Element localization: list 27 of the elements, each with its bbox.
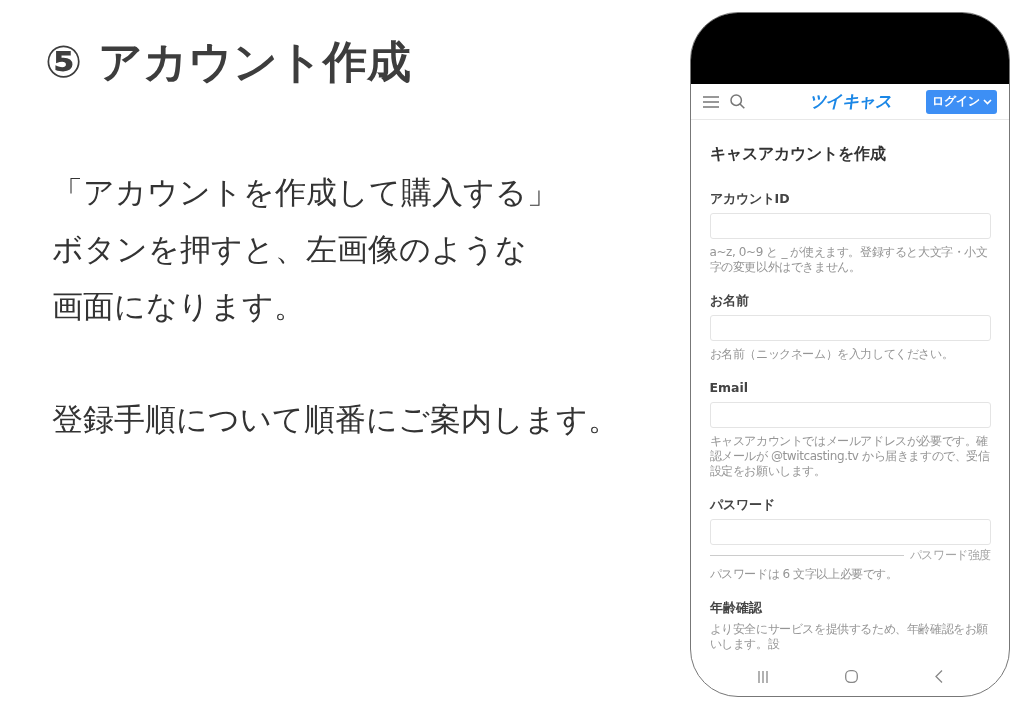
input-field[interactable]	[709, 402, 991, 428]
help-text: キャスアカウントではメールアドレスが必要です。確認メールが @twitcasting.tv から届きますので、受信設定をお願いします。	[709, 434, 991, 479]
notice-text: より安全にサービスを提供するため、年齢確認をお願いします。設	[709, 622, 989, 652]
body-paragraph: 登録手順について順番にご案内します。	[52, 401, 620, 439]
help-text: パスワードは 6 文字以上必要です。	[709, 567, 899, 582]
menu-icon[interactable]	[702, 95, 719, 108]
slide-title: ⑤ アカウント作成	[45, 35, 412, 89]
login-button[interactable]: ログイン	[926, 89, 997, 114]
field-label: お名前	[709, 292, 750, 309]
search-icon[interactable]	[729, 94, 745, 109]
field-label: Email	[709, 379, 750, 396]
recent-apps-icon[interactable]	[757, 670, 768, 683]
back-icon[interactable]	[934, 670, 943, 683]
app-logo[interactable]: ツイキャス	[808, 90, 891, 113]
form-title: キャスアカウントを作成	[709, 143, 887, 165]
input-field[interactable]	[709, 519, 991, 545]
input-field[interactable]	[709, 213, 991, 239]
help-text: お名前（ニックネーム）を入力してください。	[709, 347, 955, 362]
field-label: パスワード	[709, 496, 776, 513]
help-text: a~z, 0~9 と _ が使えます。登録すると大文字・小文字の変更以外はできません。	[709, 245, 989, 275]
input-field[interactable]	[709, 315, 991, 341]
home-icon[interactable]	[844, 670, 858, 683]
field-label: 年齢確認	[709, 599, 763, 616]
strength-label: パスワード強度	[909, 547, 991, 564]
body-paragraph: 「アカウントを作成して購入する」 ボタンを押すと、左画像のような 画面になります。	[52, 174, 559, 326]
chevron-down-icon	[983, 98, 992, 105]
field-label: アカウントID	[709, 190, 791, 207]
